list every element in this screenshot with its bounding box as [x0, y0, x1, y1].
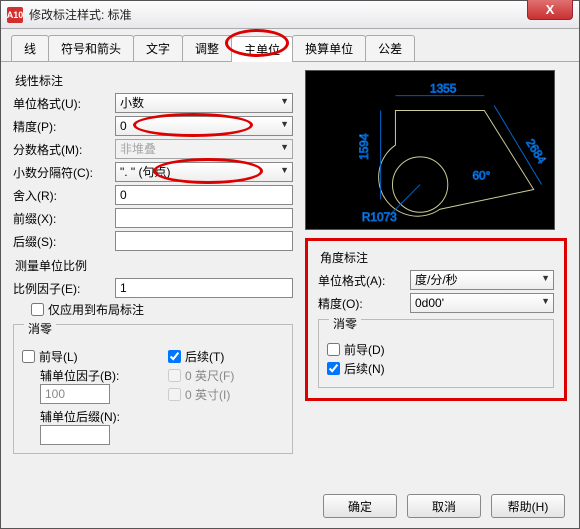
angle-highlight-box: 角度标注 单位格式(A): 度/分/秒 精度(O): 0d00' 消零 前导(D…: [305, 238, 567, 401]
tab-strip: 线 符号和箭头 文字 调整 主单位 换算单位 公差: [1, 29, 579, 62]
tab-tolerance[interactable]: 公差: [365, 35, 415, 61]
apply-layout-checkbox[interactable]: [31, 303, 44, 316]
scale-factor-input[interactable]: [115, 278, 293, 298]
trailing-label: 后续(T): [185, 348, 224, 365]
zero-fieldset: 消零 前导(L) 辅单位因子(B): 辅单位后缀(N): 后续(T) 0 英尺(…: [13, 324, 293, 454]
precision-label: 精度(P):: [13, 118, 109, 135]
fraction-select: 非堆叠: [115, 139, 293, 159]
cancel-button[interactable]: 取消: [407, 494, 481, 518]
linear-section-title: 线性标注: [15, 72, 293, 89]
suffix-input[interactable]: [115, 231, 293, 251]
leading-checkbox[interactable]: [22, 350, 35, 363]
prefix-label: 前缀(X):: [13, 210, 109, 227]
preview-pane: 1355 1594 2684 60° R1073: [305, 70, 555, 230]
svg-text:60°: 60°: [472, 169, 490, 183]
angle-precision-select[interactable]: 0d00': [410, 293, 554, 313]
decimal-sep-select[interactable]: ". " (句点): [115, 162, 293, 182]
svg-text:1355: 1355: [430, 82, 457, 96]
angle-section-title: 角度标注: [320, 249, 554, 266]
prefix-input[interactable]: [115, 208, 293, 228]
apply-layout-label: 仅应用到布局标注: [48, 301, 144, 318]
tab-alt-units[interactable]: 换算单位: [292, 35, 366, 61]
left-column: 线性标注 单位格式(U): 小数 精度(P): 0 分数格式(M): 非堆叠 小…: [13, 70, 293, 454]
tab-fit[interactable]: 调整: [182, 35, 232, 61]
tab-primary-units[interactable]: 主单位: [231, 36, 293, 62]
tab-text[interactable]: 文字: [133, 35, 183, 61]
scale-section-title: 测量单位比例: [15, 257, 293, 274]
window-title: 修改标注样式: 标准: [29, 6, 132, 23]
angle-leading-label: 前导(D): [344, 341, 385, 358]
round-label: 舍入(R):: [13, 187, 109, 204]
right-column: 1355 1594 2684 60° R1073 角度标注 单位格式(A): 度…: [305, 70, 567, 454]
feet-label: 0 英尺(F): [185, 367, 234, 384]
trailing-checkbox[interactable]: [168, 350, 181, 363]
angle-zero-fieldset: 消零 前导(D) 后续(N): [318, 319, 554, 388]
aux-suffix-label: 辅单位后缀(N):: [40, 408, 138, 425]
app-icon: A10: [7, 7, 23, 23]
precision-select[interactable]: 0: [115, 116, 293, 136]
close-button[interactable]: X: [527, 0, 573, 20]
angle-leading-checkbox[interactable]: [327, 343, 340, 356]
dialog-body: 线性标注 单位格式(U): 小数 精度(P): 0 分数格式(M): 非堆叠 小…: [1, 62, 579, 462]
svg-text:2684: 2684: [523, 136, 549, 166]
tab-symbols[interactable]: 符号和箭头: [48, 35, 134, 61]
leading-label: 前导(L): [39, 348, 78, 365]
aux-suffix-input: [40, 425, 110, 445]
angle-trailing-label: 后续(N): [344, 360, 385, 377]
suffix-label: 后缀(S):: [13, 233, 109, 250]
angle-trailing-checkbox[interactable]: [327, 362, 340, 375]
zero-section-title: 消零: [24, 320, 56, 337]
tab-line[interactable]: 线: [11, 35, 49, 61]
svg-text:R1073: R1073: [362, 210, 397, 224]
angle-unit-select[interactable]: 度/分/秒: [410, 270, 554, 290]
angle-unit-label: 单位格式(A):: [318, 272, 404, 289]
unit-format-select[interactable]: 小数: [115, 93, 293, 113]
angle-precision-label: 精度(O):: [318, 295, 404, 312]
round-input[interactable]: [115, 185, 293, 205]
angle-zero-title: 消零: [329, 315, 361, 332]
unit-format-label: 单位格式(U):: [13, 95, 109, 112]
feet-checkbox: [168, 369, 181, 382]
button-bar: 确定 取消 帮助(H): [323, 494, 565, 518]
svg-text:1594: 1594: [357, 133, 371, 160]
titlebar: A10 修改标注样式: 标准 X: [1, 1, 579, 29]
inch-checkbox: [168, 388, 181, 401]
ok-button[interactable]: 确定: [323, 494, 397, 518]
aux-factor-label: 辅单位因子(B):: [40, 367, 138, 384]
aux-factor-input: [40, 384, 110, 404]
inch-label: 0 英寸(I): [185, 386, 230, 403]
scale-factor-label: 比例因子(E):: [13, 280, 109, 297]
fraction-label: 分数格式(M):: [13, 141, 109, 158]
dialog-window: A10 修改标注样式: 标准 X 线 符号和箭头 文字 调整 主单位 换算单位 …: [0, 0, 580, 529]
decimal-sep-label: 小数分隔符(C):: [13, 164, 109, 181]
help-button[interactable]: 帮助(H): [491, 494, 565, 518]
